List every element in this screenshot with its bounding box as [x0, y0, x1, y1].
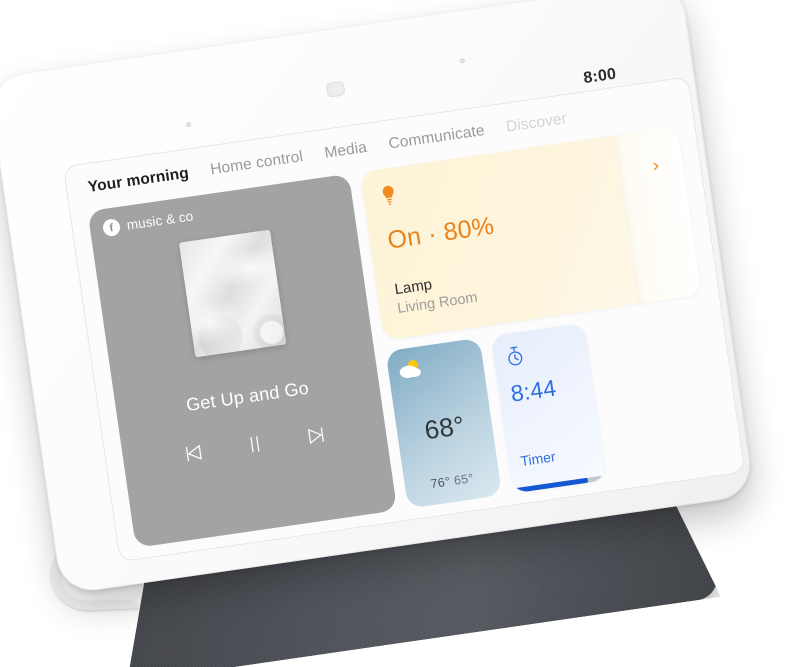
high-low-temperature: 76° 65° — [430, 471, 475, 491]
bottom-widget-row: 68° 76° 65° 8:44 Timer — [385, 305, 725, 509]
album-art — [178, 229, 287, 358]
media-player-card[interactable]: f music & co Get Up and Go — [87, 173, 398, 548]
microphone-sensor-icon — [185, 121, 192, 128]
low-temperature: 65° — [453, 471, 475, 488]
stopwatch-icon — [508, 346, 523, 366]
lightbulb-icon — [382, 185, 394, 206]
status-clock: 8:00 — [582, 65, 618, 88]
high-temperature: 76° — [429, 474, 452, 492]
device-assembly: 8:00 Your morning Home control Media Com… — [0, 0, 801, 667]
tab-media[interactable]: Media — [323, 139, 368, 163]
display-screen: Your morning Home control Media Communic… — [62, 76, 746, 563]
timer-progress-fill — [512, 477, 589, 494]
timer-label: Timer — [519, 448, 557, 470]
next-track-icon[interactable] — [303, 423, 329, 449]
pause-icon[interactable] — [241, 431, 267, 457]
partly-cloudy-icon — [399, 359, 421, 378]
screenshot-stage: 8:00 Your morning Home control Media Com… — [0, 0, 801, 667]
timer-remaining: 8:44 — [508, 374, 558, 407]
provider-logo-icon: f — [101, 217, 122, 238]
widgets-column: › On · 80% Lamp Living Room 68° 76° 65° … — [359, 126, 726, 509]
ambient-light-sensor-icon — [325, 80, 346, 98]
weather-card[interactable]: 68° 76° 65° — [385, 337, 503, 509]
proximity-sensor-icon — [459, 57, 466, 64]
current-temperature: 68° — [422, 409, 467, 446]
track-title: Get Up and Go — [184, 377, 311, 416]
tab-discover[interactable]: Discover — [505, 110, 568, 137]
previous-track-icon[interactable] — [180, 440, 206, 466]
media-column: f music & co Get Up and Go — [87, 173, 398, 548]
tab-home-control[interactable]: Home control — [209, 148, 304, 179]
timer-card[interactable]: 8:44 Timer — [490, 322, 608, 494]
media-provider: f music & co — [101, 207, 195, 238]
tab-your-morning[interactable]: Your morning — [87, 165, 190, 197]
tab-communicate[interactable]: Communicate — [387, 122, 485, 154]
timer-progress-track — [512, 475, 608, 494]
display-body: 8:00 Your morning Home control Media Com… — [0, 0, 755, 595]
provider-name: music & co — [125, 208, 195, 233]
playback-controls — [180, 423, 329, 467]
